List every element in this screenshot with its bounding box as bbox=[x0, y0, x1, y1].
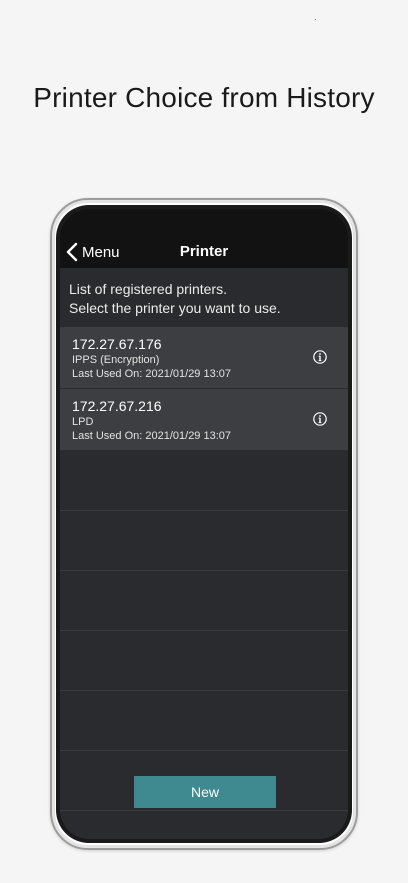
empty-list-row bbox=[60, 571, 348, 631]
printer-protocol: IPPS (Encryption) bbox=[72, 354, 160, 366]
printer-ip: 172.27.67.176 bbox=[72, 336, 162, 352]
intro-line-2: Select the printer you want to use. bbox=[69, 300, 281, 316]
empty-list-row bbox=[60, 511, 348, 571]
info-icon[interactable] bbox=[313, 412, 327, 426]
intro-text: List of registered printers. Select the … bbox=[69, 280, 344, 318]
printer-row[interactable]: 172.27.67.176 IPPS (Encryption) Last Use… bbox=[60, 327, 348, 389]
page: Printer Choice from History Menu Printer… bbox=[0, 0, 408, 883]
printer-last-used: Last Used On: 2021/01/29 13:07 bbox=[72, 368, 232, 380]
printer-protocol: LPD bbox=[72, 416, 94, 428]
empty-list-row bbox=[60, 631, 348, 691]
phone-screen: Menu Printer List of registered printers… bbox=[60, 209, 348, 839]
empty-list-row bbox=[60, 451, 348, 511]
info-icon[interactable] bbox=[313, 350, 327, 364]
navigation-bar: Menu Printer bbox=[60, 209, 348, 268]
new-printer-button[interactable]: New bbox=[134, 776, 276, 808]
page-headline: Printer Choice from History bbox=[33, 82, 375, 113]
printer-row[interactable]: 172.27.67.216 LPD Last Used On: 2021/01/… bbox=[60, 389, 348, 451]
intro-line-1: List of registered printers. bbox=[69, 281, 227, 297]
decorative-dot bbox=[315, 19, 316, 20]
printer-last-used: Last Used On: 2021/01/29 13:07 bbox=[72, 430, 232, 442]
printer-ip: 172.27.67.216 bbox=[72, 398, 162, 414]
printer-list: 172.27.67.176 IPPS (Encryption) Last Use… bbox=[60, 327, 348, 811]
empty-list-row bbox=[60, 691, 348, 751]
screen-title: Printer bbox=[179, 243, 229, 260]
